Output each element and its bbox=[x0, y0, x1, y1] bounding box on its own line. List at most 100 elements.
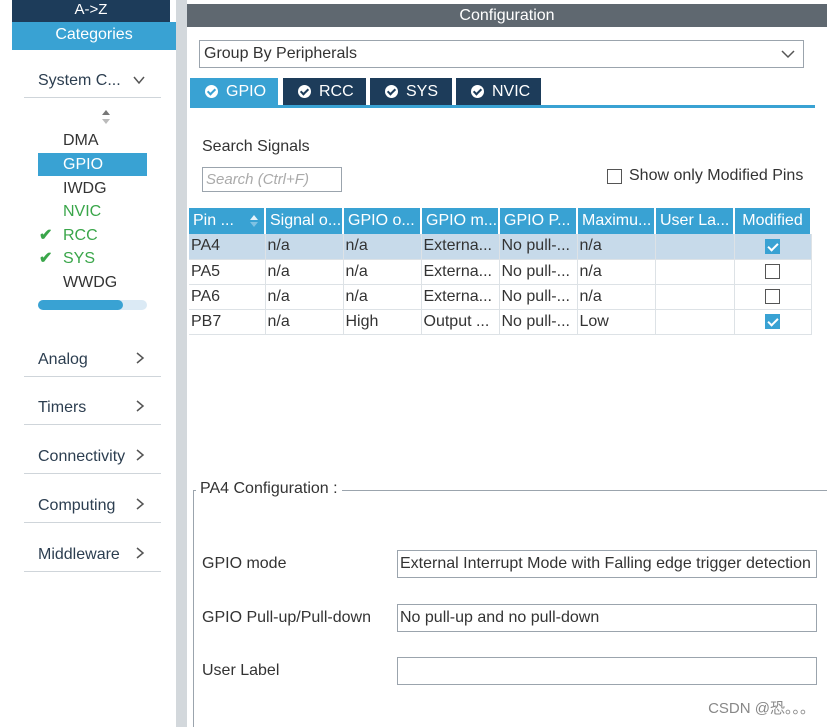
cell-signal: n/a bbox=[265, 284, 344, 310]
column-header-gpio-mode[interactable]: GPIO m... bbox=[421, 208, 500, 234]
cell-modified bbox=[734, 284, 812, 310]
sort-icon[interactable] bbox=[99, 108, 113, 126]
search-input[interactable] bbox=[202, 167, 342, 192]
column-header-modified[interactable]: Modified bbox=[734, 208, 812, 234]
cell-pin: PA4 bbox=[189, 234, 266, 260]
tab-sys[interactable]: SYS bbox=[370, 78, 452, 105]
column-header-signal[interactable]: Signal o... bbox=[265, 208, 344, 234]
a-z-tab[interactable]: A->Z bbox=[12, 0, 170, 22]
cell-gpio-output: High bbox=[343, 309, 422, 335]
tab-label: NVIC bbox=[492, 83, 531, 100]
sidebar-item-sys[interactable]: ✔ SYS bbox=[38, 247, 147, 270]
cell-gpio-mode: Externa... bbox=[421, 284, 500, 310]
panel-splitter[interactable] bbox=[176, 0, 187, 727]
category-computing[interactable]: Computing bbox=[24, 489, 161, 523]
search-signals-label: Search Signals bbox=[202, 138, 310, 155]
watermark: CSDN @恐。。。 bbox=[708, 700, 815, 717]
modified-checkbox[interactable] bbox=[765, 238, 780, 254]
sidebar-item-label: DMA bbox=[63, 132, 99, 149]
chevron-right-icon bbox=[135, 351, 145, 368]
cell-gpio-mode: Externa... bbox=[421, 259, 500, 285]
configuration-panel: Configuration Group By Peripherals GPIO … bbox=[187, 0, 827, 727]
chevron-down-icon bbox=[133, 72, 145, 89]
category-label: Computing bbox=[38, 496, 116, 514]
cell-modified bbox=[734, 234, 812, 260]
tab-label: SYS bbox=[406, 83, 439, 100]
gpio-pull-label: GPIO Pull-up/Pull-down bbox=[202, 609, 371, 626]
horizontal-scrollbar[interactable] bbox=[38, 300, 147, 310]
categories-tab[interactable]: Categories bbox=[12, 22, 176, 50]
table-row[interactable]: PA6 n/a n/a Externa... No pull-... n/a bbox=[189, 284, 812, 310]
category-middleware[interactable]: Middleware bbox=[24, 538, 161, 572]
show-modified-checkbox[interactable]: Show only Modified Pins bbox=[607, 167, 803, 185]
cell-pin: PA6 bbox=[189, 284, 266, 310]
tab-label: RCC bbox=[319, 83, 354, 100]
gpio-mode-label: GPIO mode bbox=[202, 555, 287, 572]
table-row[interactable]: PA5 n/a n/a Externa... No pull-... n/a bbox=[189, 259, 812, 285]
category-label: Connectivity bbox=[38, 447, 126, 465]
scrollbar-thumb[interactable] bbox=[38, 300, 123, 310]
check-circle-icon bbox=[385, 85, 398, 98]
category-system-core[interactable]: System C... bbox=[24, 64, 161, 98]
cell-signal: n/a bbox=[265, 234, 344, 260]
modified-checkbox[interactable] bbox=[765, 288, 780, 304]
gpio-mode-select[interactable]: External Interrupt Mode with Falling edg… bbox=[397, 550, 817, 578]
group-by-select[interactable]: Group By Peripherals bbox=[199, 40, 804, 68]
modified-checkbox[interactable] bbox=[765, 313, 780, 329]
checkbox-label: Show only Modified Pins bbox=[629, 167, 804, 184]
cell-max-speed: n/a bbox=[577, 259, 656, 285]
modified-checkbox[interactable] bbox=[765, 263, 780, 279]
category-label: System C... bbox=[38, 71, 121, 89]
sidebar-item-wwdg[interactable]: WWDG bbox=[38, 271, 147, 294]
tab-gpio[interactable]: GPIO bbox=[190, 78, 278, 105]
sidebar-item-label: WWDG bbox=[63, 274, 118, 291]
column-header-user-label[interactable]: User La... bbox=[655, 208, 735, 234]
tab-label: GPIO bbox=[226, 83, 267, 100]
cell-gpio-pull: No pull-... bbox=[499, 309, 578, 335]
cell-user-label bbox=[655, 309, 735, 335]
checkmark-icon: ✔ bbox=[39, 227, 53, 244]
sidebar-item-rcc[interactable]: ✔ RCC bbox=[38, 224, 147, 247]
tab-rcc[interactable]: RCC bbox=[283, 78, 366, 105]
pin-configuration-title: PA4 Configuration : bbox=[196, 480, 342, 498]
category-connectivity[interactable]: Connectivity bbox=[24, 440, 161, 474]
cell-user-label bbox=[655, 259, 735, 285]
cell-gpio-output: n/a bbox=[343, 259, 422, 285]
cell-max-speed: n/a bbox=[577, 284, 656, 310]
check-circle-icon bbox=[471, 85, 484, 98]
cell-pin: PA5 bbox=[189, 259, 266, 285]
gpio-pull-select[interactable]: No pull-up and no pull-down bbox=[397, 604, 817, 632]
tab-nvic[interactable]: NVIC bbox=[456, 78, 541, 105]
cell-gpio-mode: Externa... bbox=[421, 234, 500, 260]
checkmark-icon: ✔ bbox=[39, 250, 53, 267]
user-label-input[interactable] bbox=[397, 657, 817, 685]
cell-signal: n/a bbox=[265, 259, 344, 285]
sort-icon bbox=[250, 215, 258, 227]
checkbox[interactable] bbox=[607, 168, 622, 184]
category-analog[interactable]: Analog bbox=[24, 343, 161, 377]
sidebar-item-dma[interactable]: DMA bbox=[38, 129, 147, 152]
category-label: Middleware bbox=[38, 545, 120, 563]
group-by-value: Group By Peripherals bbox=[204, 45, 357, 62]
sidebar-item-nvic[interactable]: NVIC bbox=[38, 200, 147, 223]
column-header-pin[interactable]: Pin ... bbox=[189, 208, 266, 234]
cell-pin: PB7 bbox=[189, 309, 266, 335]
table-row[interactable]: PA4 n/a n/a Externa... No pull-... n/a bbox=[189, 234, 812, 260]
column-header-max-speed[interactable]: Maximu... bbox=[577, 208, 656, 234]
cell-gpio-output: n/a bbox=[343, 284, 422, 310]
column-header-gpio-pull[interactable]: GPIO P... bbox=[499, 208, 578, 234]
category-timers[interactable]: Timers bbox=[24, 391, 161, 425]
cell-gpio-output: n/a bbox=[343, 234, 422, 260]
cell-gpio-mode: Output ... bbox=[421, 309, 500, 335]
panel-title: Configuration bbox=[187, 4, 827, 27]
column-header-gpio-output[interactable]: GPIO o... bbox=[343, 208, 422, 234]
cell-max-speed: n/a bbox=[577, 234, 656, 260]
cell-modified bbox=[734, 259, 812, 285]
categories-sidebar: A->Z Categories System C... DMA GPIO IWD… bbox=[0, 0, 176, 727]
chevron-right-icon bbox=[135, 497, 145, 514]
table-row[interactable]: PB7 n/a High Output ... No pull-... Low bbox=[189, 309, 812, 335]
sidebar-item-iwdg[interactable]: IWDG bbox=[38, 177, 147, 200]
sidebar-item-gpio[interactable]: GPIO bbox=[38, 153, 147, 176]
category-label: Analog bbox=[38, 350, 88, 368]
chevron-down-icon bbox=[781, 41, 795, 76]
